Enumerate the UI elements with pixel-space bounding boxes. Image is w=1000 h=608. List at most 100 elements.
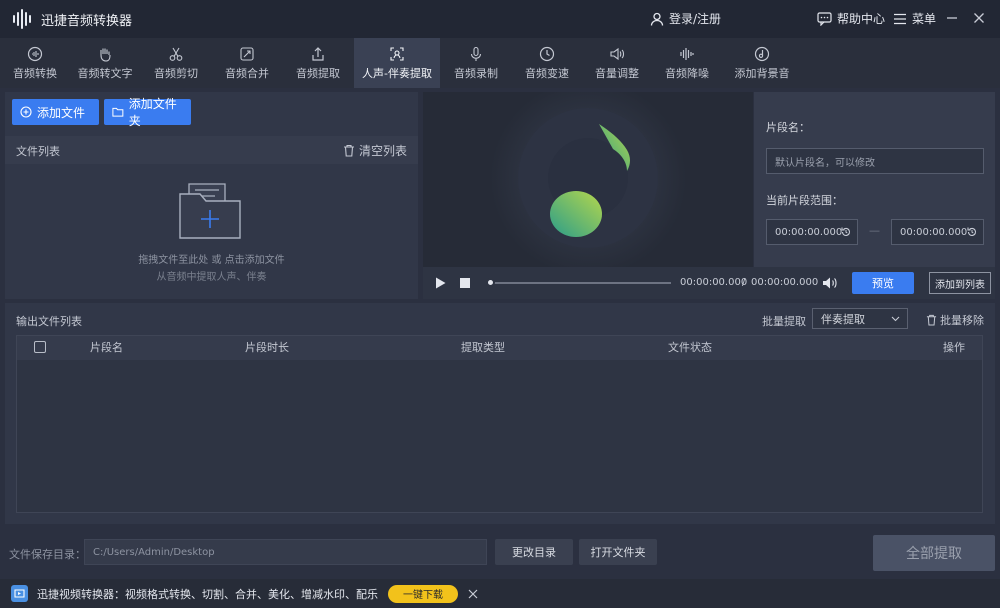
menu-label: 菜单 xyxy=(912,12,937,26)
change-directory-button[interactable]: 更改目录 xyxy=(495,539,573,565)
open-folder-button[interactable]: 打开文件夹 xyxy=(579,539,657,565)
progress-handle[interactable] xyxy=(486,278,495,287)
tab-label: 音频录制 xyxy=(454,66,498,80)
tab-label: 音频转换 xyxy=(13,66,57,80)
feature-tabs: 音频转换 音频转文字 音频剪切 音频合并 音频提取 人声-伴奏提取 音频录制 音… xyxy=(0,38,1000,88)
promo-app-icon xyxy=(11,585,28,602)
menu-button[interactable]: 菜单 xyxy=(893,10,936,27)
batch-remove-label: 批量移除 xyxy=(940,314,984,327)
login-button[interactable]: 登录/注册 xyxy=(650,10,721,27)
noise-icon xyxy=(680,47,694,60)
music-visual-icon xyxy=(490,92,686,267)
volume-icon xyxy=(610,47,625,60)
help-center-button[interactable]: 帮助中心 xyxy=(817,10,885,27)
progress-track[interactable] xyxy=(489,282,671,284)
merge-icon xyxy=(240,46,254,61)
tab-audio-merge[interactable]: 音频合并 xyxy=(212,38,282,88)
file-list-title: 文件列表 xyxy=(16,145,60,158)
vocal-icon xyxy=(390,46,404,61)
tab-volume-adjust[interactable]: 音量调整 xyxy=(582,38,652,88)
tab-audio-convert[interactable]: 音频转换 xyxy=(0,38,70,88)
title-bar: 迅捷音频转换器 登录/注册 帮助中心 菜单 xyxy=(0,0,1000,38)
output-title: 输出文件列表 xyxy=(16,315,82,328)
minimize-button[interactable] xyxy=(941,8,963,30)
tab-label: 音频提取 xyxy=(296,66,340,80)
plus-circle-icon xyxy=(20,106,32,118)
save-path-field[interactable]: C:/Users/Admin/Desktop xyxy=(84,539,487,565)
tab-audio-speed[interactable]: 音频变速 xyxy=(512,38,582,88)
drop-hint-secondary: 从音频中提取人声、伴奏 xyxy=(156,272,267,283)
tab-audio-extract[interactable]: 音频提取 xyxy=(282,38,354,88)
player-bar: 00:00:00.000 / 00:00:00.000 预览 添加到列表 xyxy=(423,267,995,299)
file-list-header: 文件列表 清空列表 xyxy=(5,136,418,164)
login-label: 登录/注册 xyxy=(669,12,722,26)
tab-audio-to-text[interactable]: 音频转文字 xyxy=(70,38,140,88)
one-click-download-button[interactable]: 一键下载 xyxy=(388,584,458,603)
range-end-field[interactable]: 00:00:00.000 xyxy=(891,219,984,245)
close-icon[interactable] xyxy=(468,589,478,599)
range-end-value: 00:00:00.000 xyxy=(900,226,968,238)
batch-extract-label: 批量提取 xyxy=(762,315,806,328)
chat-help-icon xyxy=(817,11,832,26)
tab-vocal-extract[interactable]: 人声-伴奏提取 xyxy=(354,38,440,88)
segment-panel: 片段名： 默认片段名，可以修改 当前片段范围： 00:00:00.000 — 0… xyxy=(754,92,995,267)
promo-bar: 迅捷视频转换器：视频格式转换、切割、合并、美化、增减水印、配乐 一键下载 xyxy=(0,579,1000,608)
trash-icon xyxy=(343,144,354,157)
add-folder-button[interactable]: 添加文件夹 xyxy=(104,97,191,128)
audio-convert-icon xyxy=(27,46,43,61)
time-separator: / xyxy=(742,277,746,288)
folder-icon xyxy=(112,107,124,117)
table-header: 片段名 片段时长 提取类型 文件状态 操作 xyxy=(17,336,982,360)
reset-icon[interactable] xyxy=(840,226,852,238)
tab-background-music[interactable]: 添加背景音 xyxy=(722,38,802,88)
tab-label: 音量调整 xyxy=(595,66,639,80)
output-table: 片段名 片段时长 提取类型 文件状态 操作 xyxy=(16,335,983,513)
tab-audio-cut[interactable]: 音频剪切 xyxy=(140,38,212,88)
add-file-button[interactable]: 添加文件 xyxy=(12,99,99,125)
segment-name-input[interactable]: 默认片段名，可以修改 xyxy=(766,148,984,174)
clear-list-label: 清空列表 xyxy=(358,144,407,158)
speaker-icon[interactable] xyxy=(822,276,838,290)
close-button[interactable] xyxy=(968,8,990,30)
file-panel: 添加文件 添加文件夹 文件列表 清空列表 拖拽文件至此处 或 点击添加文件 从音… xyxy=(5,92,418,299)
range-start-field[interactable]: 00:00:00.000 xyxy=(766,219,858,245)
promo-text: 迅捷视频转换器：视频格式转换、切割、合并、美化、增减水印、配乐 xyxy=(37,587,378,601)
column-header-actions: 操作 xyxy=(943,341,965,354)
tab-audio-record[interactable]: 音频录制 xyxy=(440,38,512,88)
user-icon xyxy=(650,12,664,26)
microphone-icon xyxy=(470,46,482,61)
range-separator: — xyxy=(869,224,880,237)
select-all-checkbox[interactable] xyxy=(34,341,46,353)
add-file-label: 添加文件 xyxy=(37,105,86,120)
column-header-extract-type: 提取类型 xyxy=(461,341,505,354)
stop-icon[interactable] xyxy=(460,278,470,288)
tab-label: 音频转文字 xyxy=(77,66,133,80)
tab-label: 音频降噪 xyxy=(665,66,709,80)
tab-label: 人声-伴奏提取 xyxy=(362,66,432,80)
tab-noise-reduce[interactable]: 音频降噪 xyxy=(652,38,722,88)
folder-add-icon xyxy=(179,183,241,239)
preview-button[interactable]: 预览 xyxy=(852,272,914,294)
column-header-duration: 片段时长 xyxy=(245,341,289,354)
hamburger-icon xyxy=(894,13,906,24)
speed-icon xyxy=(539,46,555,61)
extract-all-button[interactable]: 全部提取 xyxy=(873,535,995,571)
hand-icon xyxy=(100,48,111,62)
help-center-label: 帮助中心 xyxy=(837,12,886,26)
play-icon[interactable] xyxy=(435,277,446,289)
upload-icon xyxy=(312,46,324,61)
clear-list-button[interactable]: 清空列表 xyxy=(343,142,407,159)
drop-zone[interactable]: 拖拽文件至此处 或 点击添加文件 从音频中提取人声、伴奏 xyxy=(5,164,418,299)
app-title: 迅捷音频转换器 xyxy=(41,13,133,29)
add-to-list-button[interactable]: 添加到列表 xyxy=(929,272,991,294)
reset-icon[interactable] xyxy=(966,226,978,238)
add-folder-label: 添加文件夹 xyxy=(128,97,177,128)
batch-remove-button[interactable]: 批量移除 xyxy=(926,312,984,328)
drop-hint-primary: 拖拽文件至此处 或 点击添加文件 xyxy=(138,255,285,266)
tab-label: 音频合并 xyxy=(225,66,269,80)
tab-label: 音频剪切 xyxy=(154,66,198,80)
scissors-icon xyxy=(169,47,183,61)
column-header-segment-name: 片段名 xyxy=(90,341,123,354)
column-header-file-status: 文件状态 xyxy=(668,341,712,354)
batch-extract-select[interactable]: 伴奏提取 xyxy=(812,308,908,329)
